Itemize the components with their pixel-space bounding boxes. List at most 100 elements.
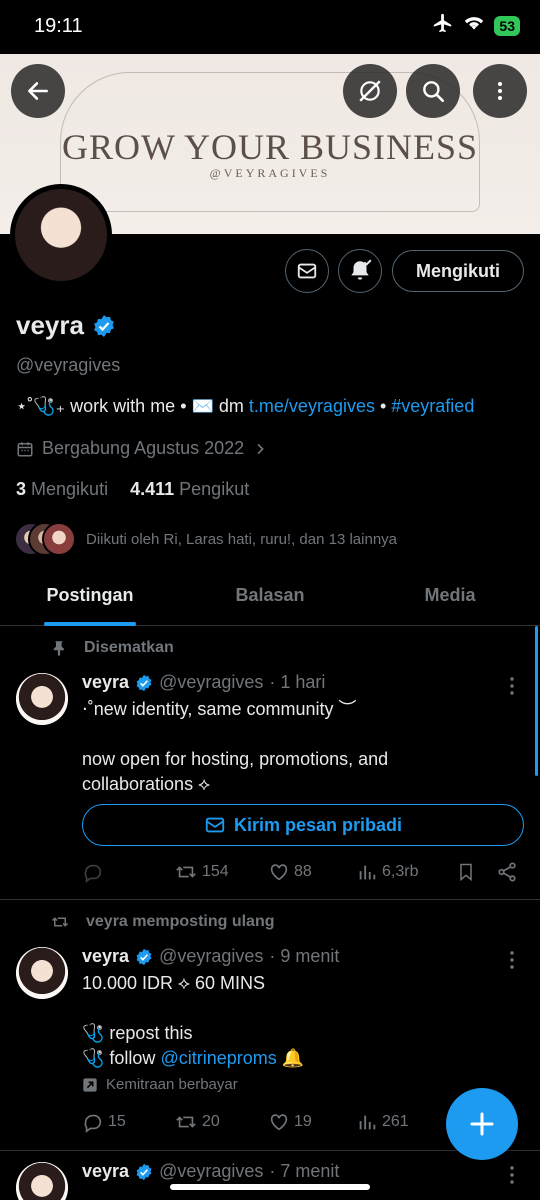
- view-count: 6,3rb: [382, 863, 419, 880]
- avatar-image: [16, 673, 68, 725]
- joined-date-row[interactable]: Bergabung Agustus 2022: [16, 438, 268, 459]
- plus-icon: [470, 1112, 494, 1136]
- pinned-label-row: Disematkan: [50, 639, 174, 657]
- banner-title: GROW YOUR BUSINESS: [61, 127, 479, 167]
- verified-badge-icon[interactable]: [92, 314, 116, 338]
- tab-media[interactable]: Media: [360, 566, 540, 625]
- avatar-image: [15, 189, 107, 281]
- post-header: veyra @veyragives · 7 menit: [82, 1161, 339, 1182]
- notifications-button[interactable]: [338, 249, 382, 293]
- scrollbar[interactable]: [535, 626, 538, 776]
- grok-icon: [359, 80, 381, 102]
- send-dm-button[interactable]: Kirim pesan pribadi: [82, 804, 524, 846]
- post-text-line: now open for hosting, promotions, and: [82, 749, 389, 769]
- send-dm-label: Kirim pesan pribadi: [233, 814, 403, 835]
- views-chart-icon: [359, 865, 376, 880]
- followers-count-link[interactable]: 4.411 Pengikut: [130, 479, 249, 500]
- profile-name: veyra: [16, 310, 84, 340]
- profile-tabs: Postingan Balasan Media: [0, 566, 540, 626]
- post-author-handle[interactable]: @veyragives: [159, 946, 263, 967]
- views-button[interactable]: 6,3rb: [356, 861, 456, 883]
- followed-by-row[interactable]: Diikuti oleh Ri, Laras hati, ruru!, dan …: [14, 522, 397, 556]
- following-count: 3: [16, 479, 27, 499]
- tab-replies[interactable]: Balasan: [180, 566, 360, 625]
- bio-link[interactable]: t.me/veyragives: [249, 396, 375, 416]
- compose-post-button[interactable]: [446, 1088, 518, 1160]
- bell-check-icon: [351, 259, 372, 280]
- reply-button[interactable]: [82, 861, 174, 883]
- status-icons: 53: [432, 12, 520, 39]
- envelope-icon: [205, 817, 225, 833]
- view-count: 261: [382, 1113, 409, 1130]
- verified-badge-icon: [136, 1163, 152, 1180]
- followers-label: Pengikut: [179, 479, 250, 499]
- repost-context-row[interactable]: veyra memposting ulang: [50, 913, 275, 931]
- paid-partnership-label: Kemitraan berbayar: [82, 1076, 238, 1093]
- like-button[interactable]: 19: [268, 1111, 356, 1133]
- heart-icon: [270, 1114, 288, 1131]
- post-author-handle[interactable]: @veyragives: [159, 672, 263, 693]
- repost-icon: [176, 1116, 196, 1128]
- post-divider: [0, 899, 540, 900]
- pinned-label: Disematkan: [84, 639, 174, 656]
- post-author-name[interactable]: veyra: [82, 1161, 129, 1182]
- more-options-button[interactable]: [473, 64, 527, 118]
- reply-button[interactable]: 15: [82, 1111, 174, 1133]
- search-button[interactable]: [406, 64, 460, 118]
- repost-count: 154: [202, 863, 229, 880]
- follower-avatars: [14, 522, 76, 556]
- status-bar: 19:11 53: [0, 0, 540, 54]
- post-text-line: collaborations ⟡: [82, 774, 210, 794]
- paid-partnership-text: Kemitraan berbayar: [106, 1076, 238, 1093]
- more-vertical-icon: [510, 951, 514, 969]
- envelope-icon: [297, 263, 317, 279]
- post-time[interactable]: · 7 menit: [269, 1161, 339, 1182]
- post-actions: 15 20 19 261: [82, 1111, 442, 1133]
- post-text-line: 10.000 IDR ⟡ 60 MINS: [82, 973, 265, 993]
- post-time[interactable]: · 1 hari: [269, 672, 325, 693]
- calendar-icon: [17, 441, 33, 456]
- heart-icon: [270, 864, 288, 881]
- following-button[interactable]: Mengikuti: [392, 250, 524, 292]
- bio-hashtag[interactable]: #veyrafied: [391, 396, 474, 416]
- post-author-name[interactable]: veyra: [82, 946, 129, 967]
- bookmark-icon: [460, 863, 472, 882]
- more-vertical-icon: [510, 677, 514, 695]
- arrow-left-icon: [28, 82, 48, 100]
- bio-separator: •: [374, 396, 392, 416]
- post-text-line: 🩺 repost this: [82, 1023, 193, 1043]
- search-icon: [423, 81, 445, 103]
- like-button[interactable]: 88: [268, 861, 356, 883]
- message-button[interactable]: [285, 249, 329, 293]
- post-time[interactable]: · 9 menit: [269, 946, 339, 967]
- post-author-handle[interactable]: @veyragives: [159, 1161, 263, 1182]
- bookmark-button[interactable]: [456, 861, 496, 883]
- avatar-image: [16, 1162, 68, 1200]
- post-more-button[interactable]: [500, 1163, 524, 1192]
- post-avatar[interactable]: [16, 1162, 68, 1200]
- post-avatar[interactable]: [16, 673, 68, 725]
- bio-text: ⋆˚🩺₊ work with me • ✉️ dm: [16, 396, 249, 416]
- reply-icon: [84, 1114, 102, 1133]
- share-button[interactable]: [496, 861, 518, 883]
- following-count-link[interactable]: 3 Mengikuti: [16, 479, 108, 500]
- post-mention[interactable]: @citrineproms: [160, 1048, 276, 1068]
- verified-badge-icon: [136, 948, 152, 965]
- home-indicator[interactable]: [170, 1184, 370, 1190]
- post-avatar[interactable]: [16, 947, 68, 999]
- tab-posts[interactable]: Postingan: [0, 566, 180, 625]
- post-text-line: ⋅˚new identity, same community ︶: [82, 699, 357, 719]
- profile-avatar[interactable]: [10, 184, 112, 286]
- grok-button[interactable]: [343, 64, 397, 118]
- back-button[interactable]: [11, 64, 65, 118]
- repost-count: 20: [202, 1113, 220, 1130]
- wifi-icon: [464, 14, 484, 37]
- views-button[interactable]: 261: [356, 1111, 409, 1133]
- paid-partnership-icon: [83, 1077, 97, 1092]
- repost-context-label: veyra memposting ulang: [86, 913, 275, 930]
- post-author-name[interactable]: veyra: [82, 672, 129, 693]
- repost-button[interactable]: 154: [174, 861, 268, 883]
- repost-button[interactable]: 20: [174, 1111, 268, 1133]
- profile-name-row: veyra: [16, 310, 116, 341]
- share-icon: [498, 862, 516, 882]
